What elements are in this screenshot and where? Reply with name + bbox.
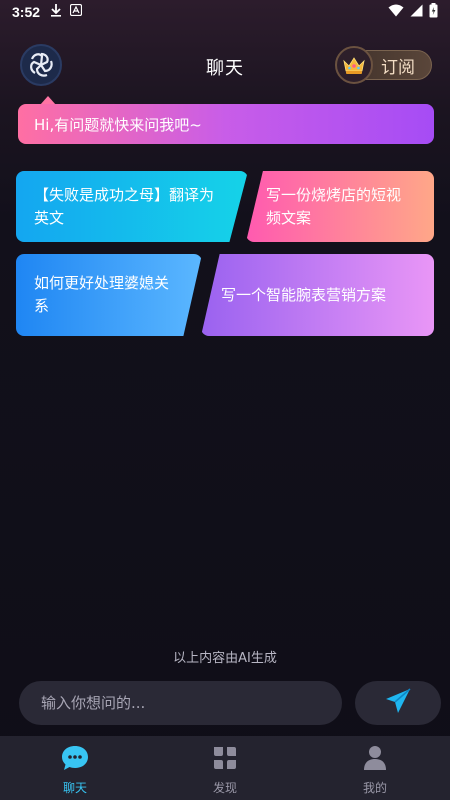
user-icon bbox=[361, 744, 389, 776]
suggestion-text: 如何更好处理婆媳关系 bbox=[34, 274, 170, 315]
greeting-text: Hi,有问题就快来问我吧~ bbox=[34, 115, 202, 134]
grid-icon bbox=[211, 744, 239, 776]
download-icon bbox=[50, 3, 62, 21]
send-icon bbox=[383, 686, 413, 720]
crown-icon bbox=[335, 46, 373, 84]
suggestion-card-in-laws[interactable]: 如何更好处理婆媳关系 bbox=[16, 254, 202, 336]
suggestion-card-smartwatch[interactable]: 写一个智能腕表营销方案 bbox=[201, 254, 434, 336]
app-notification-icon bbox=[69, 3, 83, 20]
suggestion-text: 【失败是成功之母】翻译为英文 bbox=[34, 185, 215, 227]
status-time: 3:52 bbox=[12, 4, 41, 20]
suggestion-card-translate[interactable]: 【失败是成功之母】翻译为英文 bbox=[16, 171, 248, 242]
nav-item-chat[interactable]: 聊天 bbox=[0, 736, 150, 800]
nav-item-profile[interactable]: 我的 bbox=[300, 736, 450, 800]
signal-icon bbox=[410, 4, 423, 21]
greeting-bubble: Hi,有问题就快来问我吧~ bbox=[18, 104, 434, 144]
header: 聊天 订阅 bbox=[0, 40, 450, 90]
nav-label-discover: 发现 bbox=[212, 781, 237, 795]
suggestion-text: 写一份烧烤店的短视频文案 bbox=[266, 185, 402, 227]
bottom-nav: 聊天 发现 我的 bbox=[0, 736, 450, 800]
battery-icon bbox=[429, 2, 438, 22]
wifi-icon bbox=[388, 4, 404, 21]
message-input[interactable] bbox=[19, 681, 342, 725]
ai-disclaimer: 以上内容由AI生成 bbox=[173, 651, 277, 666]
nav-item-discover[interactable]: 发现 bbox=[150, 736, 300, 800]
suggestion-text: 写一个智能腕表营销方案 bbox=[221, 285, 387, 304]
subscribe-button[interactable]: 订阅 bbox=[335, 46, 432, 84]
nav-label-profile: 我的 bbox=[362, 781, 387, 795]
nav-label-chat: 聊天 bbox=[62, 781, 87, 795]
chat-bubble-icon bbox=[60, 744, 90, 776]
subscribe-label: 订阅 bbox=[381, 57, 415, 78]
send-button[interactable] bbox=[355, 681, 441, 725]
status-bar: 3:52 bbox=[0, 0, 450, 24]
suggestion-card-bbq-video[interactable]: 写一份烧烤店的短视频文案 bbox=[246, 171, 434, 242]
